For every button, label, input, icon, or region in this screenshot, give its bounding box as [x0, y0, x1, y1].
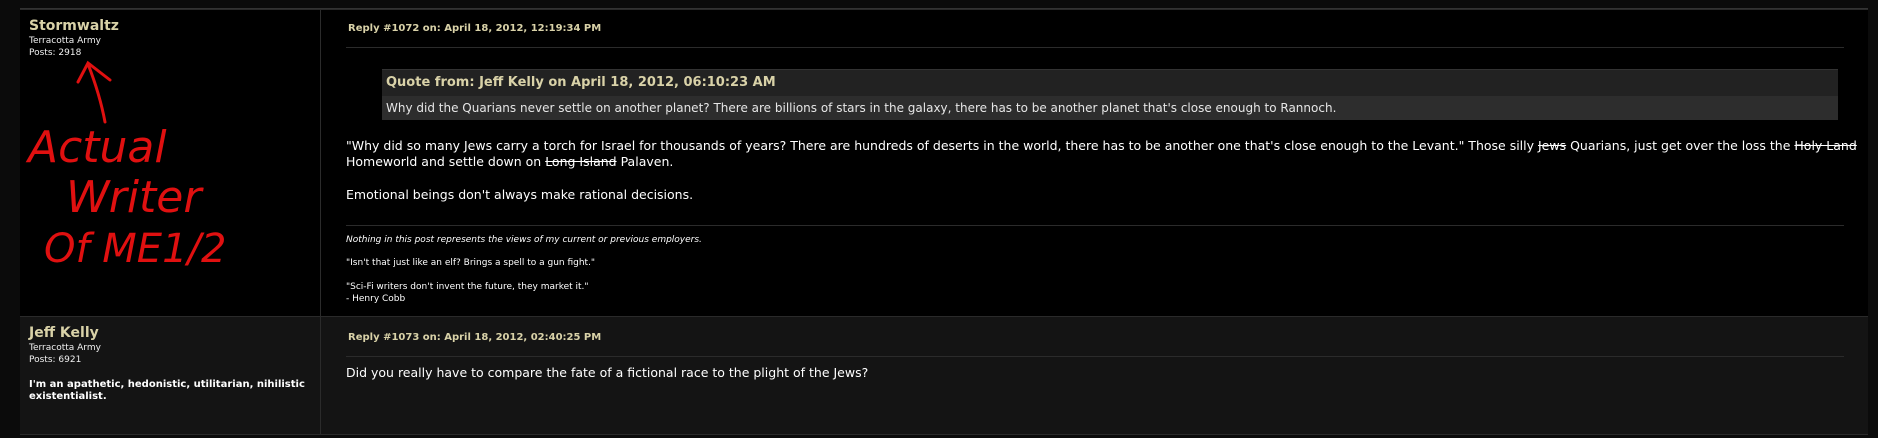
- body-text: Homeworld and settle down on: [346, 154, 546, 169]
- column-divider: [320, 317, 321, 434]
- header-divider: [346, 356, 1844, 357]
- column-divider: [320, 10, 321, 316]
- signature-attribution: - Henry Cobb: [346, 294, 406, 304]
- post-paragraph: Emotional beings don't always make ratio…: [346, 187, 694, 202]
- reply-header[interactable]: Reply #1072 on: April 18, 2012, 12:19:34…: [348, 23, 601, 34]
- signature-disclaimer: Nothing in this post represents the view…: [346, 235, 702, 245]
- poster-name[interactable]: Jeff Kelly: [29, 325, 309, 341]
- poster-rank: Terracotta Army: [29, 343, 101, 353]
- header-divider: [346, 47, 1844, 48]
- body-text: Quarians, just get over the loss the: [1566, 138, 1795, 153]
- poster-personal-text: I'm an apathetic, hedonistic, utilitaria…: [29, 379, 305, 402]
- body-text: Palaven.: [616, 154, 674, 169]
- reply-header[interactable]: Reply #1073 on: April 18, 2012, 02:40:25…: [348, 332, 601, 343]
- strikethrough-text: Long Island: [545, 154, 617, 169]
- forum-post: Jeff Kelly Terracotta Army Posts: 6921 I…: [20, 316, 1868, 435]
- post-body: Did you really have to compare the fate …: [346, 365, 869, 380]
- strikethrough-text: Jews: [1538, 138, 1567, 153]
- post-body: "Why did so many Jews carry a torch for …: [346, 138, 1876, 170]
- annotation-text: Writer: [66, 172, 204, 223]
- quote-body: Why did the Quarians never settle on ano…: [382, 96, 1838, 120]
- signature-divider: [346, 225, 1844, 226]
- signature-quote: "Isn't that just like an elf? Brings a s…: [346, 258, 596, 268]
- strikethrough-text: Holy Land: [1794, 138, 1857, 153]
- forum-thread: Stormwaltz Terracotta Army Posts: 2918 R…: [0, 0, 1878, 438]
- signature-quote: "Sci-Fi writers don't invent the future,…: [346, 282, 589, 292]
- quote-header[interactable]: Quote from: Jeff Kelly on April 18, 2012…: [382, 69, 1838, 96]
- body-text: "Why did so many Jews carry a torch for …: [346, 138, 1538, 153]
- annotation-text: Of ME1/2: [44, 226, 226, 272]
- handwritten-annotation: Actual Writer Of ME1/2: [25, 60, 226, 272]
- annotation-text: Actual: [25, 122, 167, 173]
- poster-post-count: Posts: 6921: [29, 355, 82, 365]
- poster-info: Jeff Kelly Terracotta Army Posts: 6921 I…: [29, 325, 309, 403]
- arrow-icon: [76, 60, 112, 124]
